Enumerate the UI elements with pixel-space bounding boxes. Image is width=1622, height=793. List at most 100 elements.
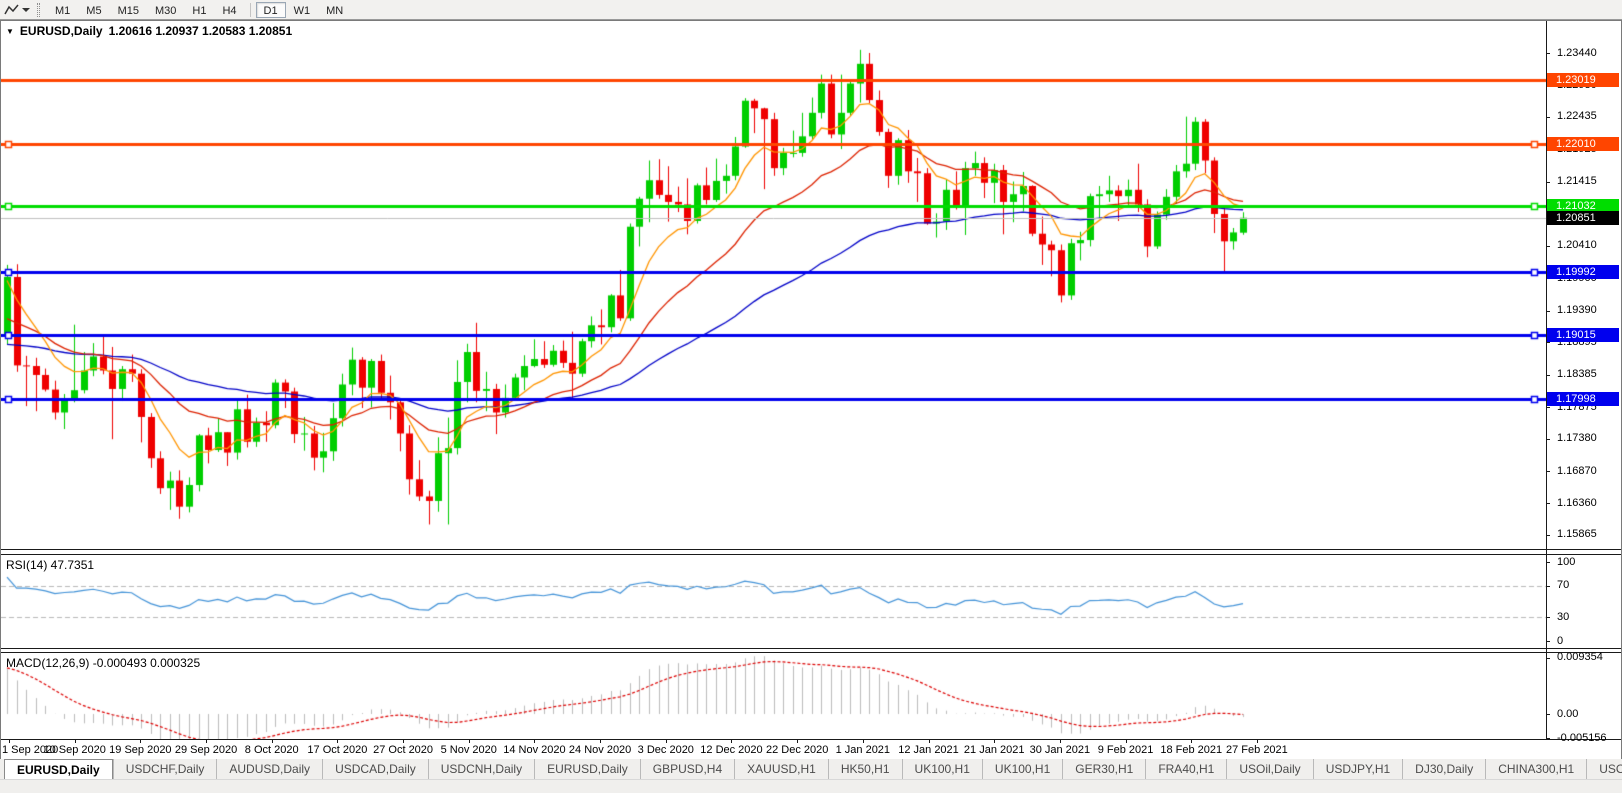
price-axis-label: 1.17380 — [1557, 432, 1597, 445]
chart-tab-uk100-h1[interactable]: UK100,H1 — [981, 759, 1062, 779]
rsi-axis-tick — [1546, 641, 1550, 642]
chart-tab-xauusd-h1[interactable]: XAUUSD,H1 — [734, 759, 828, 779]
chart-collapse-icon[interactable]: ▼ — [6, 27, 14, 36]
price-axis-label: 1.20410 — [1557, 239, 1597, 252]
price-line-badge: 1.22010 — [1547, 136, 1619, 151]
toolbar-grip — [37, 2, 40, 17]
timeframe-button-mn[interactable]: MN — [318, 2, 351, 18]
chart-line-icon — [4, 4, 19, 14]
chart-ohlc: 1.20616 1.20937 1.20583 1.20851 — [108, 24, 293, 38]
rsi-pane: RSI(14) 47.7351 — [1, 554, 1621, 649]
timeframe-button-m15[interactable]: M15 — [110, 2, 147, 18]
price-axis-tick — [1546, 503, 1550, 505]
macd-axis-tick — [1546, 738, 1550, 739]
chart-tab-eurusd-daily[interactable]: EURUSD,Daily — [4, 759, 113, 779]
rsi-canvas[interactable] — [1, 555, 1546, 648]
chart-tab-dj30-daily[interactable]: DJ30,Daily — [1402, 759, 1485, 779]
date-axis-label: 24 Nov 2020 — [568, 744, 632, 756]
date-axis-label: 27 Oct 2020 — [373, 744, 434, 756]
chevron-down-icon[interactable] — [22, 7, 30, 12]
date-axis-tick — [929, 740, 930, 743]
timeframe-button-d1[interactable]: D1 — [255, 1, 286, 18]
date-axis-tick — [75, 740, 76, 743]
timeframe-button-h4[interactable]: H4 — [214, 2, 244, 18]
date-axis-tick — [863, 740, 864, 743]
date-axis-tick — [1126, 740, 1127, 743]
price-axis-tick — [1546, 407, 1550, 409]
chart-tool-button[interactable] — [2, 2, 32, 18]
timeframe-button-m30[interactable]: M30 — [147, 2, 184, 18]
date-axis-tick — [272, 740, 273, 743]
macd-label: MACD(12,26,9) -0.000493 0.000325 — [6, 656, 201, 670]
chart-tab-usdchf-daily[interactable]: USDCHF,Daily — [112, 759, 217, 779]
rsi-axis-label: 30 — [1557, 610, 1570, 623]
macd-axis-label: 0.00 — [1557, 707, 1579, 720]
chart-tab-usdjpy-h1[interactable]: USDJPY,H1 — [1312, 759, 1402, 779]
chart-title-row: ▼ EURUSD,Daily 1.20616 1.20937 1.20583 1… — [6, 24, 292, 38]
rsi-axis-tick — [1546, 585, 1550, 587]
chart-tab-usdcad-daily[interactable]: USDCAD,Daily — [322, 759, 428, 779]
macd-canvas[interactable] — [1, 653, 1546, 739]
date-axis-tick — [994, 740, 995, 743]
chart-tab-audusd-daily[interactable]: AUDUSD,Daily — [216, 759, 322, 779]
top-toolbar: M1 M5 M15 M30 H1 H4 D1 W1 MN — [0, 0, 1622, 20]
toolbar-separator — [249, 2, 251, 17]
price-axis-tick — [1546, 438, 1550, 440]
date-axis-tick — [666, 740, 667, 743]
rsi-axis-label: 0 — [1557, 634, 1564, 647]
date-axis-tick — [1060, 740, 1061, 743]
date-axis[interactable]: 1 Sep 2020 10 Sep 2020 19 Sep 2020 29 Sep 2… — [1, 740, 1621, 758]
date-axis-label: 9 Feb 2021 — [1097, 744, 1154, 756]
timeframe-button-w1[interactable]: W1 — [286, 2, 319, 18]
timeframe-button-m1[interactable]: M1 — [47, 2, 78, 18]
rsi-axis-label: 70 — [1557, 579, 1570, 592]
rsi-axis-label: 100 — [1557, 555, 1576, 568]
date-axis-tick — [206, 740, 207, 743]
date-axis-label: 10 Sep 2020 — [43, 744, 106, 756]
date-axis-tick — [140, 740, 141, 743]
chart-tab-usoil[interactable]: USOil, — [1586, 759, 1622, 779]
date-axis-label: 18 Feb 2021 — [1160, 744, 1223, 756]
price-axis-tick — [1546, 53, 1550, 54]
chart-tab-gbpusd-h4[interactable]: GBPUSD,H4 — [639, 759, 734, 779]
chart-tab-usoil-daily[interactable]: USOil,Daily — [1226, 759, 1312, 779]
date-axis-tick — [600, 740, 601, 743]
chart-tab-ger30-h1[interactable]: GER30,H1 — [1062, 759, 1145, 779]
price-axis-tick — [1546, 116, 1550, 118]
date-axis-tick — [403, 740, 404, 743]
price-axis-tick — [1546, 310, 1550, 312]
price-axis-label: 1.22435 — [1557, 110, 1597, 123]
date-axis-tick — [534, 740, 535, 743]
price-line-badge: 1.19015 — [1547, 327, 1619, 342]
rsi-label: RSI(14) 47.7351 — [6, 558, 95, 572]
timeframe-button-m5[interactable]: M5 — [78, 2, 109, 18]
price-axis-label: 1.19390 — [1557, 304, 1597, 317]
price-axis-tick — [1546, 342, 1550, 344]
price-axis-tick — [1546, 374, 1550, 376]
chart-tab-eurusd-daily[interactable]: EURUSD,Daily — [534, 759, 640, 779]
date-axis-tick — [731, 740, 732, 743]
chart-tab-hk50-h1[interactable]: HK50,H1 — [827, 759, 902, 779]
chart-tab-usdcnh-daily[interactable]: USDCNH,Daily — [427, 759, 534, 779]
timeframe-group: M1 M5 M15 M30 H1 H4 D1 W1 MN — [47, 1, 351, 18]
price-line-badge: 1.19992 — [1547, 265, 1619, 280]
date-axis-label: 21 Jan 2021 — [963, 744, 1025, 756]
chart-tab-fra40-h1[interactable]: FRA40,H1 — [1145, 759, 1226, 779]
date-axis-tick — [797, 740, 798, 743]
chart-tab-china300-h1[interactable]: CHINA300,H1 — [1485, 759, 1586, 779]
date-axis-label: 27 Feb 2021 — [1226, 744, 1288, 756]
chart-tab-bar: EURUSD,Daily USDCHF,Daily AUDUSD,Daily USDC… — [0, 759, 1622, 780]
price-line-badge: 1.23019 — [1547, 72, 1619, 87]
date-axis-label: 12 Dec 2020 — [700, 744, 763, 756]
main-chart-canvas[interactable] — [1, 21, 1546, 549]
date-axis-label: 19 Sep 2020 — [109, 744, 172, 756]
main-chart-pane: ▼ EURUSD,Daily 1.20616 1.20937 1.20583 1… — [1, 21, 1621, 550]
date-axis-tick — [1191, 740, 1192, 743]
macd-axis-label: -0.005156 — [1557, 731, 1607, 744]
price-axis-label: 1.18385 — [1557, 368, 1597, 381]
price-line-badge: 1.17998 — [1547, 392, 1619, 407]
macd-axis-tick — [1546, 657, 1550, 659]
chart-tab-uk100-h1[interactable]: UK100,H1 — [901, 759, 982, 779]
price-axis-tick — [1546, 534, 1550, 536]
timeframe-button-h1[interactable]: H1 — [184, 2, 214, 18]
